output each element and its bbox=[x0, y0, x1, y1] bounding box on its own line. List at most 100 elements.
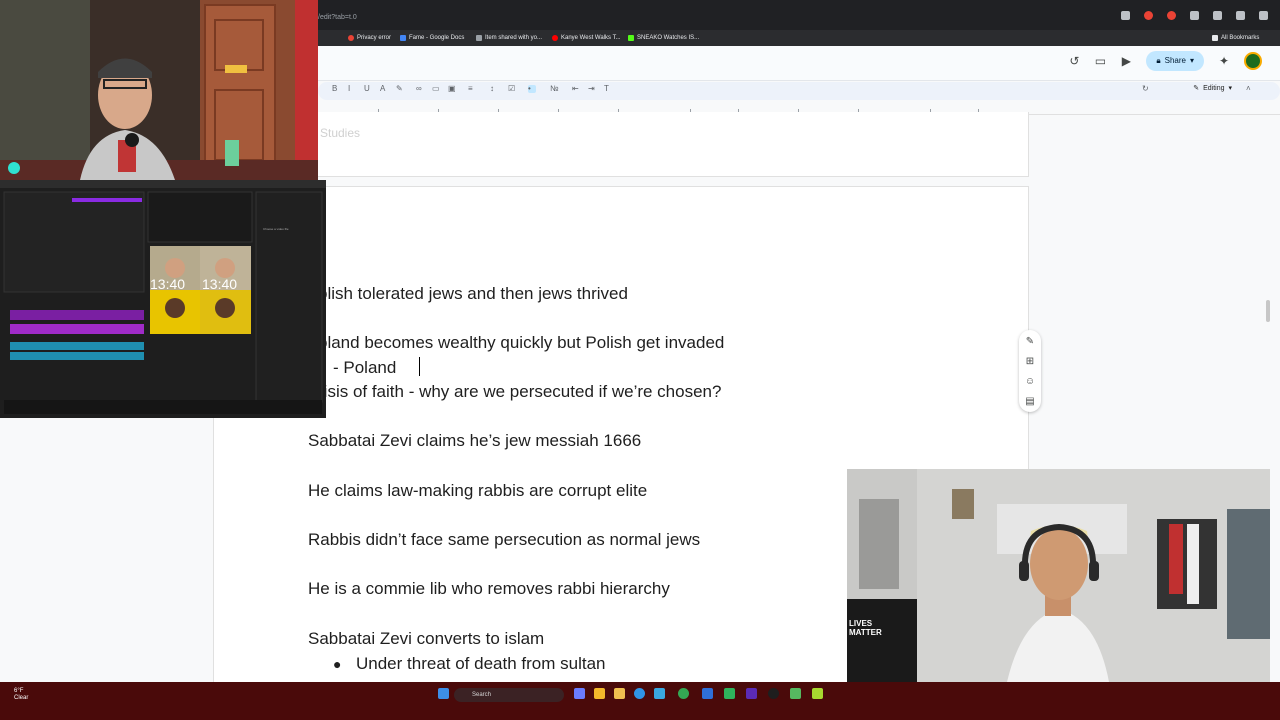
add-comment-icon[interactable]: ⊞ bbox=[1024, 356, 1036, 368]
share-label: Share bbox=[1164, 56, 1186, 65]
video-editor-window: 13:40 13:40 Choose a video file bbox=[0, 180, 326, 418]
share-button[interactable]: 🔒︎ Share ▾ bbox=[1146, 51, 1204, 71]
editor-panel-label: Choose a video file bbox=[263, 227, 289, 231]
shirt-print-text: LIVES MATTER bbox=[849, 619, 882, 637]
docs-favicon-icon bbox=[400, 35, 406, 41]
sidebar-icon[interactable] bbox=[1213, 11, 1222, 20]
weather-temp: 6°F bbox=[14, 688, 24, 694]
suggest-edits-icon[interactable]: ▤ bbox=[1024, 396, 1036, 408]
editing-mode-dropdown[interactable]: ✎ Editing ▾ bbox=[1193, 84, 1232, 93]
video-call-icon[interactable]: ▶ bbox=[1120, 55, 1132, 67]
webcam-scene bbox=[0, 0, 318, 180]
comment-icon[interactable]: ▭ bbox=[1094, 55, 1106, 67]
webcam-overlay-streamer bbox=[0, 0, 318, 180]
bookmark-label: SNEAKO Watches IS... bbox=[637, 35, 700, 41]
formatting-toolbar: B I U A ✎ ∞ ▭ ▣ ≡ ↕ ☑ • № ⇤ ⇥ T ↻ ✎ Edit… bbox=[318, 82, 1280, 100]
bookmark-favicon-icon bbox=[348, 35, 354, 41]
pencil-icon: ✎ bbox=[1193, 85, 1200, 92]
extension-icon[interactable] bbox=[1167, 11, 1176, 20]
bookmark-label: Kanye West Walks T... bbox=[561, 35, 621, 41]
obs-icon[interactable] bbox=[768, 688, 779, 699]
document-page[interactable]: Studies bbox=[213, 112, 1029, 177]
editing-label: Editing bbox=[1203, 84, 1225, 92]
line-spacing-icon[interactable]: ↕ bbox=[490, 85, 498, 93]
history-icon[interactable]: ↺ bbox=[1068, 55, 1080, 67]
doc-line[interactable]: - Poland bbox=[333, 358, 396, 378]
bulleted-list-icon[interactable]: • bbox=[528, 85, 536, 93]
doc-line[interactable]: risis of faith - why are we persecuted i… bbox=[318, 382, 721, 402]
file-favicon-icon bbox=[476, 35, 482, 41]
doc-line[interactable]: Rabbis didn’t face same persecution as n… bbox=[308, 530, 700, 550]
text-cursor bbox=[419, 357, 420, 376]
scrollbar[interactable] bbox=[1266, 300, 1270, 322]
address-bar[interactable]: /edit?tab=t.0 bbox=[318, 10, 1118, 26]
chevron-down-icon: ▾ bbox=[1189, 56, 1194, 65]
search-placeholder: Search bbox=[472, 692, 492, 698]
doc-line[interactable]: olish tolerated jews and then jews thriv… bbox=[318, 284, 628, 304]
explorer-icon[interactable] bbox=[594, 688, 605, 699]
page-text-fragment: Studies bbox=[320, 126, 361, 140]
weather-widget[interactable]: 6°F Clear bbox=[14, 688, 28, 702]
doc-line[interactable]: Under threat of death from sultan bbox=[356, 654, 605, 674]
collapse-icon[interactable]: ˄ bbox=[1246, 85, 1254, 93]
highlight-icon[interactable]: ✎ bbox=[396, 85, 404, 93]
bookmark-label: Fame - Google Docs bbox=[409, 35, 465, 41]
edge-icon[interactable] bbox=[634, 688, 645, 699]
store-icon[interactable] bbox=[654, 688, 665, 699]
doc-line[interactable]: Sabbatai Zevi claims he’s jew messiah 16… bbox=[308, 431, 641, 451]
editor-app-icon[interactable] bbox=[746, 688, 757, 699]
bullet-point: ● bbox=[333, 656, 342, 672]
account-avatar[interactable] bbox=[1244, 52, 1262, 70]
extension-icon[interactable] bbox=[1144, 11, 1153, 20]
kick-favicon-icon bbox=[628, 35, 634, 41]
editor-ui-scene bbox=[0, 180, 326, 418]
star-icon[interactable] bbox=[1121, 11, 1130, 20]
folder-icon bbox=[1212, 35, 1218, 41]
folder-icon[interactable] bbox=[614, 688, 625, 699]
profile-icon[interactable] bbox=[1236, 11, 1245, 20]
taskview-icon[interactable] bbox=[574, 688, 585, 699]
doc-line[interactable]: oland becomes wealthy quickly but Polish… bbox=[318, 333, 724, 353]
clear-formatting-icon[interactable]: T bbox=[604, 85, 612, 93]
app-icon[interactable] bbox=[790, 688, 801, 699]
doc-line[interactable]: He claims law-making rabbis are corrupt … bbox=[308, 481, 647, 501]
insert-comment-icon[interactable]: ▭ bbox=[432, 85, 440, 93]
text-color-icon[interactable]: A bbox=[380, 85, 388, 93]
xbox-icon[interactable] bbox=[724, 688, 735, 699]
all-bookmarks[interactable]: All Bookmarks bbox=[1212, 32, 1259, 44]
bookmark-item[interactable]: Privacy error bbox=[348, 32, 391, 44]
video-timer: 13:40 bbox=[150, 276, 186, 292]
align-icon[interactable]: ≡ bbox=[468, 85, 476, 93]
link-icon[interactable]: ∞ bbox=[416, 85, 424, 93]
gemini-icon[interactable]: ✦ bbox=[1218, 55, 1230, 67]
start-menu-icon[interactable] bbox=[438, 688, 449, 699]
puzzle-icon[interactable] bbox=[1190, 11, 1199, 20]
sync-icon[interactable]: ↻ bbox=[1142, 85, 1150, 93]
docs-header-actions: ↺ ▭ ▶ 🔒︎ Share ▾ ✦ bbox=[1068, 51, 1262, 71]
checklist-icon[interactable]: ☑ bbox=[508, 85, 516, 93]
emoji-icon[interactable]: ☺ bbox=[1024, 376, 1036, 388]
bookmark-item[interactable]: SNEAKO Watches IS... bbox=[628, 32, 699, 44]
bookmark-item[interactable]: Fame - Google Docs bbox=[400, 32, 464, 44]
doc-line[interactable]: Sabbatai Zevi converts to islam bbox=[308, 629, 544, 649]
italic-icon[interactable]: I bbox=[348, 85, 356, 93]
chevron-down-icon: ▾ bbox=[1228, 85, 1232, 92]
bold-icon[interactable]: B bbox=[332, 85, 340, 93]
image-icon[interactable]: ▣ bbox=[448, 85, 456, 93]
app-icon[interactable] bbox=[812, 688, 823, 699]
windows-taskbar: 6°F Clear Search bbox=[0, 682, 1280, 720]
bookmark-item[interactable]: Kanye West Walks T... bbox=[552, 32, 621, 44]
increase-indent-icon[interactable]: ⇥ bbox=[588, 85, 596, 93]
taskbar-search[interactable]: Search bbox=[454, 688, 564, 702]
bookmark-item[interactable]: Item shared with yo... bbox=[476, 32, 542, 44]
decrease-indent-icon[interactable]: ⇤ bbox=[572, 85, 580, 93]
doc-line[interactable]: He is a commie lib who removes rabbi hie… bbox=[308, 579, 670, 599]
vscode-icon[interactable] bbox=[702, 688, 713, 699]
edit-suggest-icon[interactable]: ✎ bbox=[1024, 336, 1036, 348]
numbered-list-icon[interactable]: № bbox=[550, 85, 559, 93]
bookmark-label: Item shared with yo... bbox=[485, 35, 543, 41]
underline-icon[interactable]: U bbox=[364, 85, 372, 93]
lock-icon: 🔒︎ bbox=[1156, 56, 1161, 65]
menu-icon[interactable] bbox=[1259, 11, 1268, 20]
chrome-icon[interactable] bbox=[678, 688, 689, 699]
